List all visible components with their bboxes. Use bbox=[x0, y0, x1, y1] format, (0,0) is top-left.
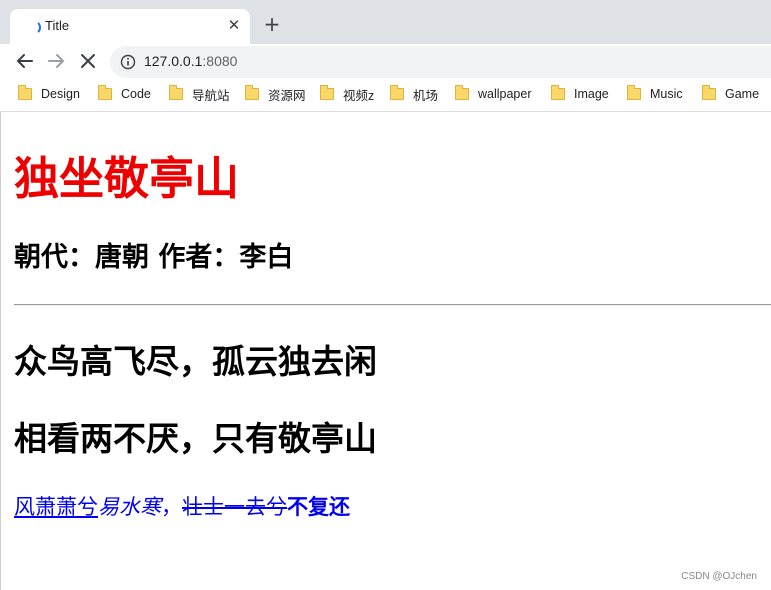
page-content: 独坐敬亭山 朝代：唐朝 作者：李白 众鸟高飞尽，孤云独去闲 相看两不厌，只有敬亭… bbox=[0, 112, 771, 590]
forward-arrow-icon[interactable] bbox=[45, 50, 67, 72]
bookmark-label: 视频z bbox=[343, 88, 375, 103]
quote-comma: ， bbox=[161, 495, 182, 519]
divider bbox=[14, 304, 771, 306]
url-text[interactable]: 127.0.0.1:8080 bbox=[144, 53, 237, 69]
bookmark-label: Image bbox=[574, 87, 609, 101]
bookmark-music[interactable]: Music bbox=[627, 79, 683, 109]
quote-bold: 不复还 bbox=[287, 495, 350, 519]
bookmark-video[interactable]: 视频z bbox=[320, 79, 374, 109]
folder-icon bbox=[245, 85, 259, 100]
poem-verse-1: 众鸟高飞尽，孤云独去闲 bbox=[14, 342, 377, 381]
new-tab-icon[interactable]: + bbox=[262, 13, 282, 35]
bookmark-label: Game bbox=[725, 87, 760, 101]
folder-icon bbox=[627, 85, 641, 100]
bookmark-airport[interactable]: 机场 bbox=[390, 79, 438, 109]
stop-loading-icon[interactable] bbox=[77, 50, 99, 72]
folder-icon bbox=[551, 85, 565, 100]
watermark: CSDN @OJchen bbox=[681, 571, 757, 582]
bookmark-image[interactable]: Image bbox=[551, 79, 609, 109]
info-icon[interactable] bbox=[120, 54, 136, 70]
dynasty-author-line: 朝代：唐朝 作者：李白 bbox=[14, 242, 294, 273]
bookmark-label: Design bbox=[41, 87, 80, 101]
bookmark-label: Music bbox=[650, 87, 683, 101]
bookmark-label: 资源网 bbox=[268, 88, 306, 103]
quote-line: 风萧萧兮易水寒，壮士一去兮不复还 bbox=[14, 493, 350, 521]
folder-icon bbox=[390, 85, 404, 100]
bookmark-nav-site[interactable]: 导航站 bbox=[169, 79, 230, 109]
folder-icon bbox=[98, 85, 112, 100]
bookmark-label: wallpaper bbox=[478, 87, 532, 101]
loading-spinner-icon bbox=[26, 20, 41, 35]
bookmark-label: 导航站 bbox=[192, 88, 230, 103]
folder-icon bbox=[455, 85, 469, 100]
url-port: :8080 bbox=[202, 53, 238, 69]
bookmark-wallpaper[interactable]: wallpaper bbox=[455, 79, 532, 109]
quote-underlined-link[interactable]: 风萧萧兮 bbox=[14, 495, 98, 519]
bookmark-label: 机场 bbox=[413, 88, 439, 103]
url-host: 127.0.0.1 bbox=[144, 53, 203, 69]
bookmark-label: Code bbox=[121, 87, 151, 101]
bookmark-design[interactable]: Design bbox=[18, 79, 80, 109]
poem-verse-2: 相看两不厌，只有敬亭山 bbox=[14, 419, 377, 458]
page-title: 独坐敬亭山 bbox=[14, 152, 240, 205]
close-tab-icon[interactable]: ✕ bbox=[225, 15, 243, 35]
bookmark-code[interactable]: Code bbox=[98, 79, 151, 109]
folder-icon bbox=[702, 85, 716, 100]
address-bar[interactable]: 127.0.0.1:8080 bbox=[110, 46, 771, 78]
bookmarks-bar: Design Code 导航站 资源网 视频z 机场 wallpaper Ima… bbox=[0, 79, 771, 112]
quote-strikethrough: 壮士一去兮 bbox=[182, 495, 287, 519]
folder-icon bbox=[18, 85, 32, 100]
active-tab[interactable]: Title ✕ bbox=[10, 9, 250, 44]
folder-icon bbox=[169, 85, 183, 100]
quote-italic: 易水寒 bbox=[98, 495, 161, 519]
bookmark-resources[interactable]: 资源网 bbox=[245, 79, 306, 109]
browser-toolbar: 127.0.0.1:8080 bbox=[0, 44, 771, 79]
bookmark-game[interactable]: Game bbox=[702, 79, 759, 109]
folder-icon bbox=[320, 85, 334, 100]
tab-strip: Title ✕ + bbox=[0, 0, 771, 44]
tab-title: Title bbox=[45, 18, 70, 33]
back-arrow-icon[interactable] bbox=[14, 50, 36, 72]
